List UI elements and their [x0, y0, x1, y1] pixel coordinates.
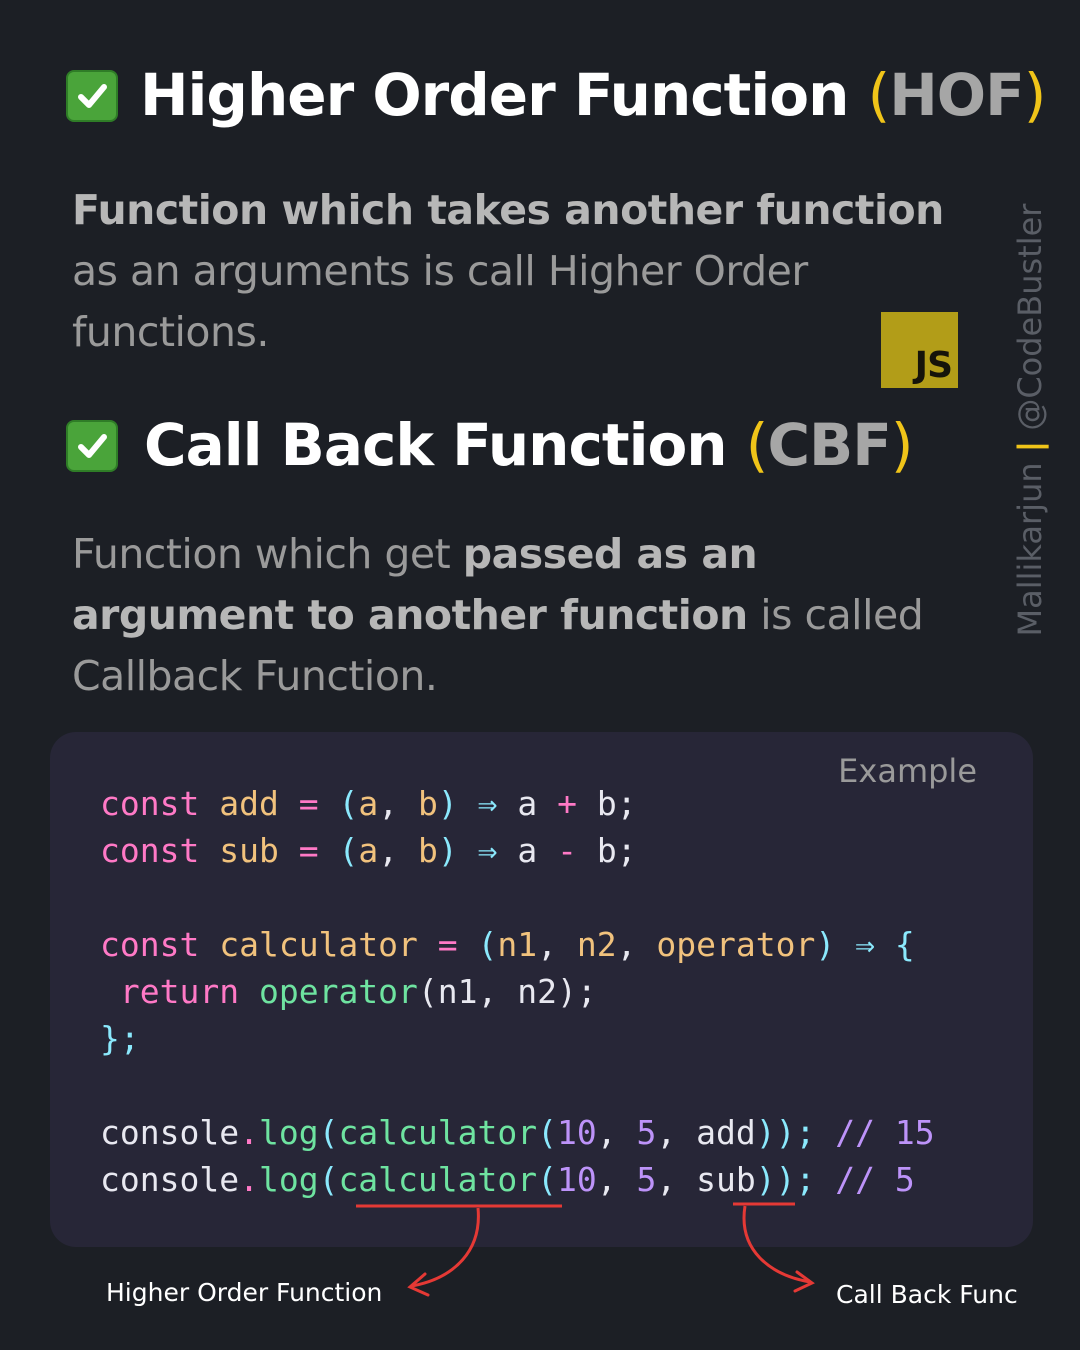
hof-annotation-label: Higher Order Function: [106, 1278, 383, 1307]
hof-pointer-arrow: [411, 1207, 480, 1288]
cbf-pointer-arrow: [742, 1205, 811, 1284]
annotation-marks: [356, 1202, 815, 1297]
cbf-annotation-label: Call Back Func: [836, 1280, 1018, 1309]
